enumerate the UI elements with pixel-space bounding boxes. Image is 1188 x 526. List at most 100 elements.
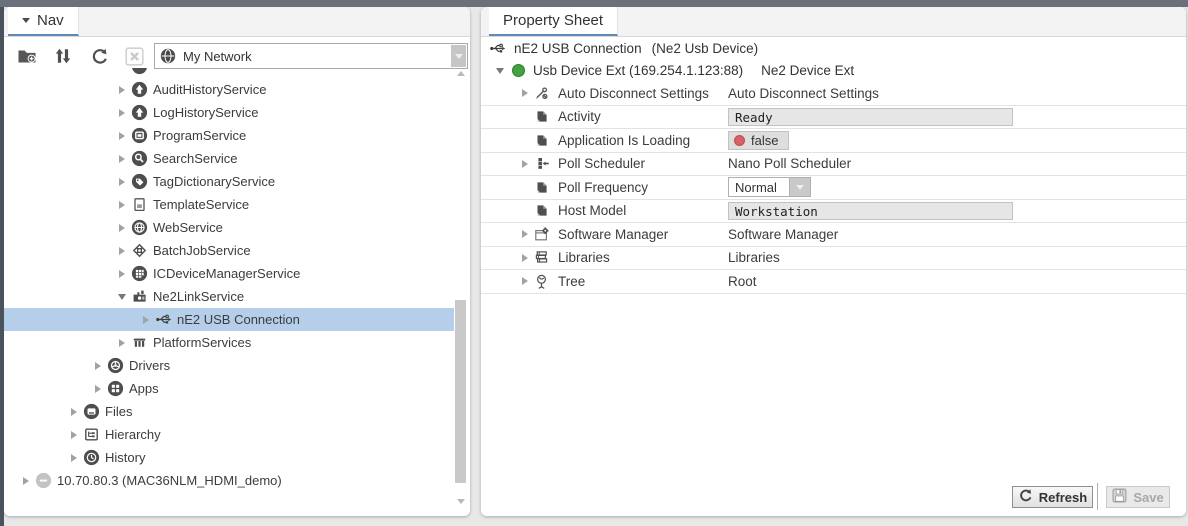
- tree-item-searchservice[interactable]: SearchService: [4, 147, 454, 170]
- tree-item-audithistoryservice[interactable]: AuditHistoryService: [4, 78, 454, 101]
- tree-item-label: ProgramService: [153, 128, 246, 143]
- expand-toggle[interactable]: [115, 178, 128, 186]
- chevron-right-icon: [71, 431, 77, 439]
- tab-menu-caret-icon[interactable]: [22, 18, 30, 23]
- globe-icon: [160, 48, 176, 64]
- chevron-right-icon: [119, 201, 125, 209]
- expand-toggle[interactable]: [518, 254, 531, 262]
- host-model-value-field: Workstation: [728, 202, 1013, 220]
- tree-item-loghistoryservice[interactable]: LogHistoryService: [4, 101, 454, 124]
- chevron-right-icon: [522, 160, 528, 168]
- sort-icon[interactable]: [52, 45, 74, 67]
- tab-property-sheet[interactable]: Property Sheet: [489, 7, 618, 36]
- footer-divider: [1097, 483, 1098, 510]
- scrollbar-thumb[interactable]: [455, 300, 466, 483]
- auto-disconnect-settings-label: Auto Disconnect Settings: [558, 86, 709, 101]
- tree-item-history[interactable]: History: [4, 446, 454, 469]
- scroll-down-icon[interactable]: [457, 499, 465, 504]
- expand-toggle[interactable]: [91, 362, 104, 370]
- tree-item-tagdictionaryservice[interactable]: TagDictionaryService: [4, 170, 454, 193]
- svc-history-icon: [130, 81, 148, 98]
- tree-item-apps[interactable]: Apps: [4, 377, 454, 400]
- scroll-up-icon[interactable]: [457, 71, 465, 76]
- expand-toggle[interactable]: [115, 339, 128, 347]
- tree-item-ne2-usb-connection[interactable]: nE2 USB Connection: [4, 308, 454, 331]
- svc-historyclock-icon: [82, 449, 100, 466]
- expand-toggle[interactable]: [67, 408, 80, 416]
- tree-item-label: SearchService: [153, 151, 238, 166]
- expand-toggle[interactable]: [115, 86, 128, 94]
- poll-frequency-select-value: Normal: [728, 177, 790, 197]
- chevron-right-icon: [119, 155, 125, 163]
- tree-item-label: BatchJobService: [153, 243, 251, 258]
- tree-item-programservice[interactable]: ProgramService: [4, 124, 454, 147]
- expand-toggle[interactable]: [115, 224, 128, 232]
- expand-toggle[interactable]: [19, 477, 32, 485]
- device-ext-row[interactable]: Usb Device Ext (169.254.1.123:88) Ne2 De…: [481, 59, 1186, 82]
- save-button[interactable]: Save: [1106, 486, 1170, 508]
- svc-tag-icon: [130, 173, 148, 190]
- expand-toggle[interactable]: [518, 230, 531, 238]
- network-select-dropdown-button[interactable]: [451, 45, 466, 67]
- tree-item-files[interactable]: Files: [4, 400, 454, 423]
- expand-toggle[interactable]: [518, 89, 531, 97]
- tab-nav[interactable]: Nav: [8, 7, 79, 36]
- refresh-icon[interactable]: [88, 45, 110, 67]
- save-button-label: Save: [1133, 490, 1163, 505]
- tree-item-hierarchy[interactable]: Hierarchy: [4, 423, 454, 446]
- expand-toggle[interactable]: [115, 155, 128, 163]
- tree-item-drivers[interactable]: Drivers: [4, 354, 454, 377]
- usb-icon: [488, 40, 506, 57]
- save-icon: [1112, 488, 1127, 506]
- property-row-poll-frequency: Poll FrequencyNormal: [481, 176, 1186, 200]
- window-left-border: [0, 0, 4, 526]
- refresh-button[interactable]: Refresh: [1012, 486, 1093, 508]
- expand-toggle[interactable]: [115, 294, 128, 300]
- expand-toggle[interactable]: [115, 270, 128, 278]
- software-manager-value: Software Manager: [728, 227, 838, 242]
- expand-toggle[interactable]: [67, 454, 80, 462]
- new-folder-icon[interactable]: [16, 45, 38, 67]
- tree-item-label: PlatformServices: [153, 335, 251, 350]
- prop-page-icon: [532, 108, 551, 125]
- expand-toggle[interactable]: [139, 316, 152, 324]
- expand-toggle[interactable]: [115, 109, 128, 117]
- nav-tabstrip: Nav: [4, 7, 470, 37]
- expand-toggle[interactable]: [518, 160, 531, 168]
- poll-scheduler-label: Poll Scheduler: [558, 156, 645, 171]
- close-icon[interactable]: [123, 45, 145, 67]
- network-select[interactable]: My Network: [154, 43, 468, 69]
- expand-toggle[interactable]: [518, 277, 531, 285]
- refresh-icon: [1018, 488, 1033, 506]
- usb-icon: [154, 311, 172, 328]
- platform-icon: [130, 334, 148, 351]
- expand-toggle[interactable]: [91, 385, 104, 393]
- tree-item-webservice[interactable]: WebService: [4, 216, 454, 239]
- tree-item-ne2linkservice[interactable]: Ne2LinkService: [4, 285, 454, 308]
- expand-toggle[interactable]: [493, 68, 506, 74]
- poll-frequency-select[interactable]: Normal: [728, 177, 811, 197]
- svc-search-icon: [130, 150, 148, 167]
- tree-item-10-70-80-3-mac36nlm-hdmi-demo[interactable]: 10.70.80.3 (MAC36NLM_HDMI_demo): [4, 469, 454, 492]
- chevron-right-icon: [522, 254, 528, 262]
- tree-item-batchjobservice[interactable]: BatchJobService: [4, 239, 454, 262]
- property-root-title: nE2 USB Connection: [514, 41, 642, 56]
- expand-toggle[interactable]: [115, 132, 128, 140]
- expand-toggle[interactable]: [115, 201, 128, 209]
- tree-item-partial[interactable]: [4, 68, 454, 78]
- property-row-software-manager: Software ManagerSoftware Manager: [481, 223, 1186, 247]
- tree-item-label: Ne2LinkService: [153, 289, 244, 304]
- nav-tree-scrollbar[interactable]: [454, 68, 468, 512]
- tree-item-label: 10.70.80.3 (MAC36NLM_HDMI_demo): [57, 473, 282, 488]
- chevron-right-icon: [522, 89, 528, 97]
- tree-item-label: Hierarchy: [105, 427, 161, 442]
- tab-nav-label: Nav: [37, 12, 64, 29]
- expand-toggle[interactable]: [115, 247, 128, 255]
- tree-item-templateservice[interactable]: TemplateService: [4, 193, 454, 216]
- tree-item-icdevicemanagerservice[interactable]: ICDeviceManagerService: [4, 262, 454, 285]
- poll-frequency-select-dropdown-button[interactable]: [790, 177, 811, 197]
- expand-toggle[interactable]: [67, 431, 80, 439]
- tree-item-platformservices[interactable]: PlatformServices: [4, 331, 454, 354]
- network-select-value: My Network: [183, 49, 252, 64]
- hierarchy-icon: [82, 426, 100, 443]
